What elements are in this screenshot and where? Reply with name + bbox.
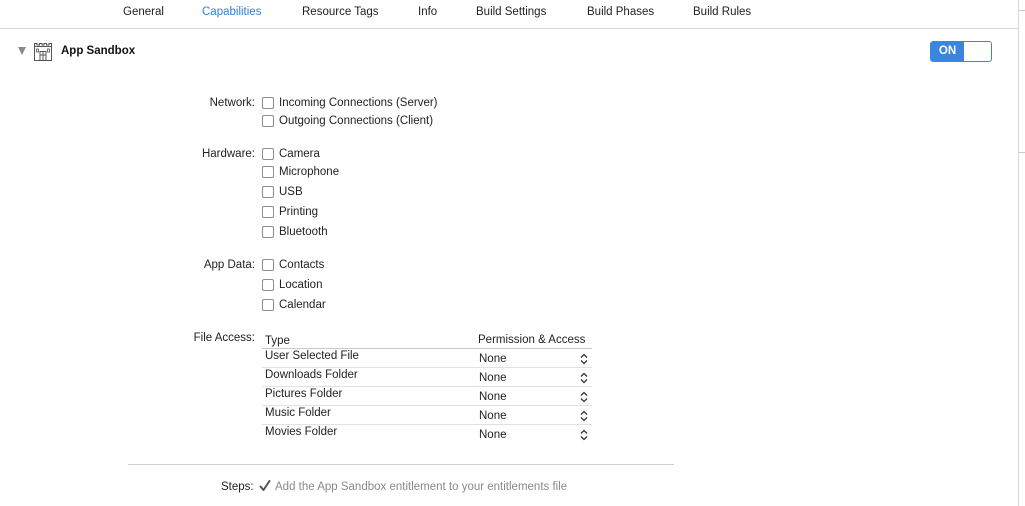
editor-tab-bar: General Capabilities Resource Tags Info … xyxy=(0,0,1025,28)
edge-tick xyxy=(1019,10,1025,11)
tab-build-rules[interactable]: Build Rules xyxy=(693,6,751,18)
option-label: Microphone xyxy=(279,166,340,178)
hardware-microphone-option[interactable]: Microphone xyxy=(262,165,339,179)
tab-capabilities[interactable]: Capabilities xyxy=(202,6,261,18)
tab-build-settings[interactable]: Build Settings xyxy=(476,6,546,18)
option-label: Camera xyxy=(279,148,320,160)
network-incoming-option[interactable]: Incoming Connections (Server) xyxy=(262,96,438,110)
row-type: Movies Folder xyxy=(265,426,338,438)
app-data-calendar-option[interactable]: Calendar xyxy=(262,298,326,312)
steps-label: Steps: xyxy=(221,481,254,493)
option-label: Contacts xyxy=(279,259,325,271)
edge-tick xyxy=(1019,152,1025,153)
app-data-contacts-option[interactable]: Contacts xyxy=(262,258,324,272)
permission-value[interactable]: None xyxy=(479,353,507,365)
column-header-permission: Permission & Access xyxy=(478,334,586,346)
option-label: Outgoing Connections (Client) xyxy=(279,115,434,127)
hardware-usb-option[interactable]: USB xyxy=(262,185,303,199)
section-title: App Sandbox xyxy=(61,45,136,57)
checkbox[interactable] xyxy=(262,259,274,271)
tab-build-phases[interactable]: Build Phases xyxy=(587,6,654,18)
row-type: User Selected File xyxy=(265,350,359,362)
table-row[interactable]: User Selected File None xyxy=(262,349,592,368)
steps-divider xyxy=(128,464,674,465)
column-header-type: Type xyxy=(265,335,290,347)
popup-stepper-icon[interactable] xyxy=(580,353,588,365)
hardware-camera-option[interactable]: Camera xyxy=(262,147,320,161)
table-row[interactable]: Movies Folder None xyxy=(262,425,592,444)
table-header: Type Permission & Access xyxy=(262,334,592,349)
row-type: Music Folder xyxy=(265,407,331,419)
file-access-label: File Access: xyxy=(193,332,255,344)
option-label: USB xyxy=(279,186,303,198)
app-sandbox-header: App Sandbox ON xyxy=(0,36,1018,68)
checkbox[interactable] xyxy=(262,206,274,218)
popup-stepper-icon[interactable] xyxy=(580,429,588,441)
popup-stepper-icon[interactable] xyxy=(580,391,588,403)
option-label: Printing xyxy=(279,206,318,218)
checkbox[interactable] xyxy=(262,279,274,291)
checkmark-icon xyxy=(259,480,271,491)
sandbox-toggle[interactable]: ON xyxy=(930,41,992,62)
steps-text: Add the App Sandbox entitlement to your … xyxy=(275,481,568,493)
popup-stepper-icon[interactable] xyxy=(580,372,588,384)
permission-value[interactable]: None xyxy=(479,410,507,422)
panel-right-edge xyxy=(1018,0,1019,506)
hardware-printing-option[interactable]: Printing xyxy=(262,205,318,219)
table-row[interactable]: Pictures Folder None xyxy=(262,387,592,406)
tab-resource-tags[interactable]: Resource Tags xyxy=(302,6,379,18)
permission-value[interactable]: None xyxy=(479,429,507,441)
checkbox[interactable] xyxy=(262,299,274,311)
toggle-on-label: ON xyxy=(931,42,964,61)
hardware-bluetooth-option[interactable]: Bluetooth xyxy=(262,225,328,239)
hardware-label: Hardware: xyxy=(201,148,255,160)
row-type: Pictures Folder xyxy=(265,388,343,400)
option-label: Bluetooth xyxy=(279,226,328,238)
popup-stepper-icon[interactable] xyxy=(580,410,588,422)
sandbox-castle-icon xyxy=(32,40,54,62)
checkbox[interactable] xyxy=(262,148,274,160)
checkbox[interactable] xyxy=(262,97,274,109)
option-label: Incoming Connections (Server) xyxy=(279,97,438,109)
row-type: Downloads Folder xyxy=(265,369,358,381)
table-row[interactable]: Music Folder None xyxy=(262,406,592,425)
tab-general[interactable]: General xyxy=(123,6,164,18)
checkbox[interactable] xyxy=(262,166,274,178)
permission-value[interactable]: None xyxy=(479,391,507,403)
table-row[interactable]: Downloads Folder None xyxy=(262,368,592,387)
tab-info[interactable]: Info xyxy=(418,6,437,18)
disclosure-triangle-icon[interactable] xyxy=(18,47,26,55)
tab-bar-divider xyxy=(0,28,1018,29)
permission-value[interactable]: None xyxy=(479,372,507,384)
app-data-label: App Data: xyxy=(203,259,255,271)
option-label: Location xyxy=(279,279,323,291)
option-label: Calendar xyxy=(279,299,326,311)
checkbox[interactable] xyxy=(262,115,274,127)
checkbox[interactable] xyxy=(262,186,274,198)
app-data-location-option[interactable]: Location xyxy=(262,278,322,292)
network-label: Network: xyxy=(209,97,255,109)
checkbox[interactable] xyxy=(262,226,274,238)
network-outgoing-option[interactable]: Outgoing Connections (Client) xyxy=(262,114,433,128)
